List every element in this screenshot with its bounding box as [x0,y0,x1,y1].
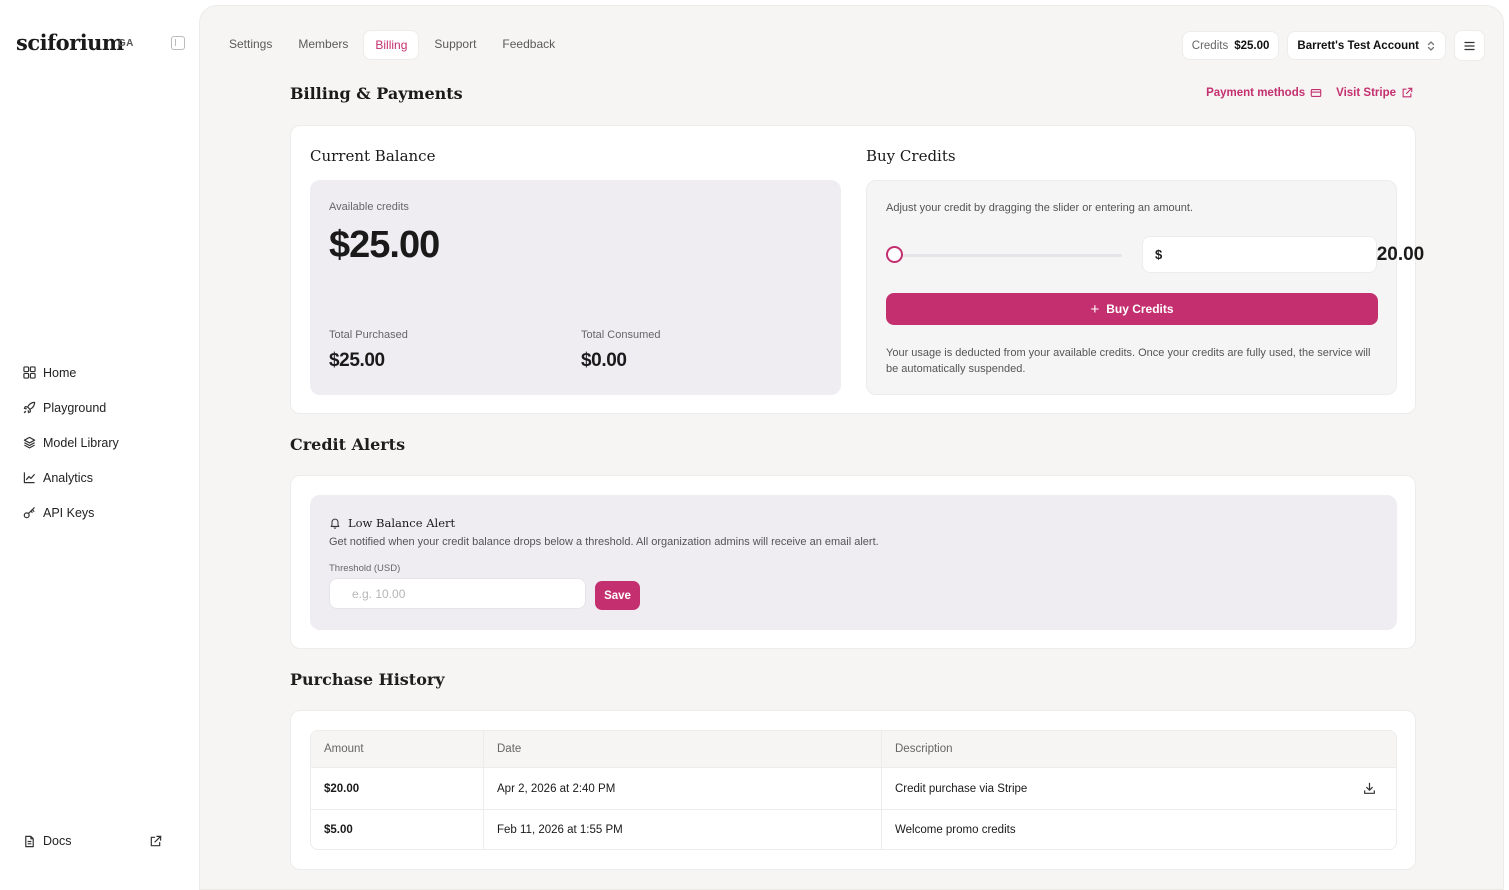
credit-slider-track[interactable] [886,254,1122,257]
balance-card: Current Balance Available credits $25.00… [290,125,1425,414]
tab-feedback[interactable]: Feedback [491,30,566,60]
buy-credits-description: Adjust your credit by dragging the slide… [886,202,1193,214]
total-consumed-value: $0.00 [581,350,627,371]
sidebar-item-model-library[interactable]: Model Library [23,425,183,460]
sidebar-collapse-icon[interactable] [171,36,185,50]
table-row: $20.00 Apr 2, 2026 at 2:40 PM Credit pur… [311,767,1396,809]
available-credits-label: Available credits [329,201,409,213]
threshold-label: Threshold (USD) [329,563,401,574]
sidebar-item-label: API Keys [43,505,95,520]
rocket-icon [23,401,36,414]
sidebar-item-playground[interactable]: Playground [23,390,183,425]
table-header-row: Amount Date Description [311,731,1396,767]
plus-icon: + [1090,300,1100,318]
row-date: Feb 11, 2026 at 1:55 PM [484,810,882,849]
table-row: $5.00 Feb 11, 2026 at 1:55 PM Welcome pr… [311,809,1396,849]
brand-tag: GA [118,38,134,49]
account-switcher[interactable]: Barrett's Test Account [1287,31,1446,60]
buy-credits-button[interactable]: + Buy Credits [886,293,1378,325]
menu-button[interactable] [1454,30,1485,61]
sidebar-item-label: Model Library [43,435,119,450]
tab-support[interactable]: Support [423,30,487,60]
external-link-icon [1402,87,1413,98]
purchase-history-title: Purchase History [290,670,445,689]
layers-icon [23,436,36,449]
column-header-date: Date [484,731,882,767]
sidebar-nav: Home Playground Model Library Analytics … [23,355,183,530]
key-icon [23,507,35,519]
grid-icon [23,366,36,379]
buy-credits-button-label: Buy Credits [1106,302,1174,316]
purchase-history-card: Amount Date Description $20.00 Apr 2, 20… [290,710,1416,870]
header-links: Payment methods Visit Stripe [1206,87,1413,99]
total-consumed-label: Total Consumed [581,329,661,341]
tab-members[interactable]: Members [287,30,359,60]
low-balance-alert-description: Get notified when your credit balance dr… [329,536,879,548]
buy-credits-title: Buy Credits [866,147,956,165]
main-panel: Settings Members Billing Support Feedbac… [199,5,1504,890]
credit-alerts-title: Credit Alerts [290,435,406,454]
chevron-up-down-icon [1427,40,1435,51]
visit-stripe-link[interactable]: Visit Stripe [1336,87,1413,99]
amount-input[interactable] [1162,243,1425,266]
usage-note: Your usage is deducted from your availab… [886,347,1371,375]
sidebar-item-label: Playground [43,400,107,415]
payment-methods-link[interactable]: Payment methods [1206,87,1322,99]
visit-stripe-label: Visit Stripe [1336,87,1396,99]
payment-methods-label: Payment methods [1206,87,1306,99]
credits-value: $25.00 [1234,39,1270,52]
balance-panel: Available credits $25.00 Total Purchased… [310,180,841,395]
document-icon [25,835,34,847]
current-balance-title: Current Balance [310,147,436,165]
brand-logo[interactable]: sciforium [16,30,124,55]
sidebar-item-api-keys[interactable]: API Keys [23,495,183,530]
top-tabs: Settings Members Billing Support Feedbac… [218,30,566,60]
download-icon[interactable] [1363,782,1376,795]
threshold-input[interactable] [329,578,586,609]
sidebar-item-analytics[interactable]: Analytics [23,460,183,495]
row-description-cell: Credit purchase via Stripe [882,768,1396,809]
row-date: Apr 2, 2026 at 2:40 PM [484,768,882,809]
chart-line-icon [23,472,36,484]
amount-field[interactable]: $ [1142,236,1425,273]
row-amount: $5.00 [311,810,484,849]
total-purchased-value: $25.00 [329,350,385,371]
credit-alerts-card: Low Balance Alert Get notified when your… [290,475,1416,649]
sidebar-item-docs[interactable]: Docs [23,834,173,848]
credits-label: Credits [1191,39,1229,52]
sidebar-item-home[interactable]: Home [23,355,183,390]
row-amount: $20.00 [311,768,484,809]
bell-icon [330,518,340,529]
available-credits-value: $25.00 [329,224,440,266]
sidebar-item-label: Analytics [43,470,94,485]
low-balance-alert-header: Low Balance Alert [329,516,455,530]
row-description-cell: Welcome promo credits [882,810,1396,849]
credit-slider-thumb[interactable] [886,246,903,263]
top-right-controls: Credits $25.00 Barrett's Test Account [1181,30,1485,61]
page-title: Billing & Payments [290,84,463,103]
tab-billing[interactable]: Billing [363,30,420,60]
docs-label: Docs [43,834,72,848]
buy-credits-panel: Adjust your credit by dragging the slide… [866,180,1425,395]
external-link-icon [150,835,162,847]
hamburger-icon [1464,41,1475,50]
low-balance-alert-panel: Low Balance Alert Get notified when your… [310,495,1397,630]
row-description: Welcome promo credits [895,823,1016,836]
row-description: Credit purchase via Stripe [895,782,1028,795]
column-header-description: Description [895,743,953,755]
currency-symbol: $ [1155,247,1163,262]
purchase-history-table: Amount Date Description $20.00 Apr 2, 20… [310,730,1397,850]
sidebar: sciforium GA Home Playground Model Libra… [0,0,199,890]
tab-settings[interactable]: Settings [218,30,283,60]
column-header-amount: Amount [311,731,484,767]
sidebar-item-label: Home [43,365,77,380]
credits-badge[interactable]: Credits $25.00 [1181,31,1280,60]
save-button[interactable]: Save [595,581,640,610]
account-name: Barrett's Test Account [1297,39,1419,52]
credit-card-icon [1310,89,1322,97]
low-balance-alert-title: Low Balance Alert [348,516,456,530]
total-purchased-label: Total Purchased [329,329,408,341]
